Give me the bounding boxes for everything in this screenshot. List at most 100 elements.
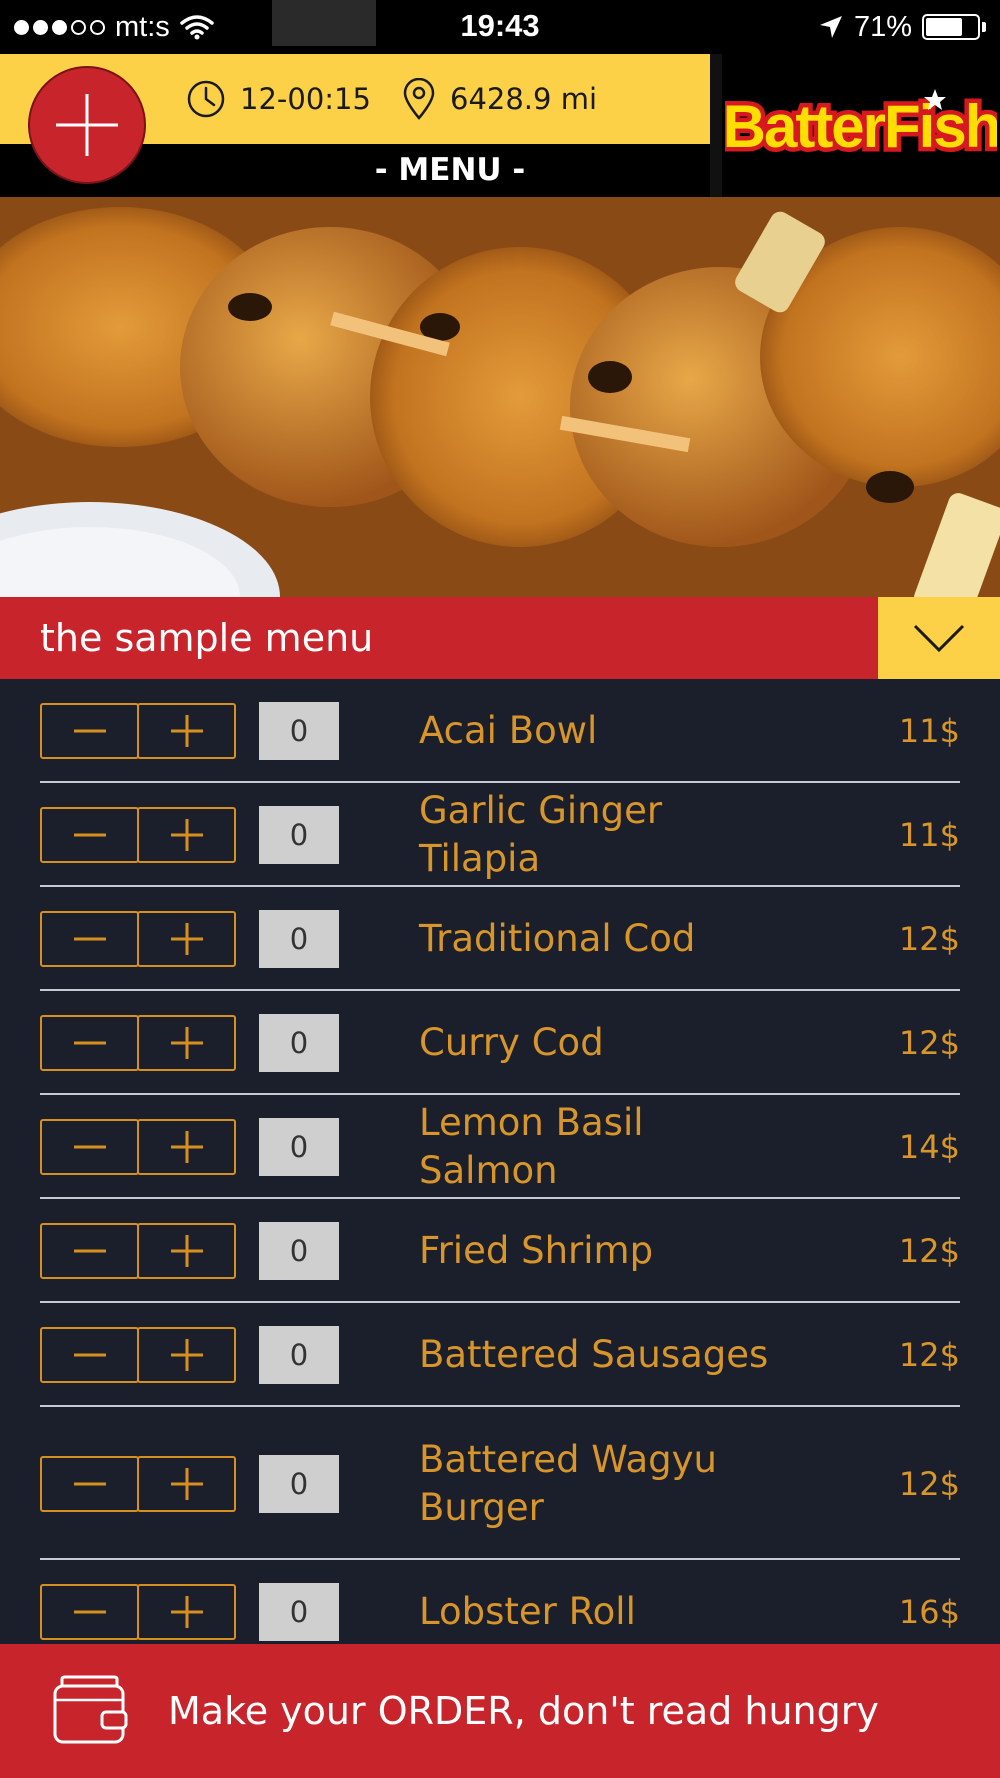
fried-fish-photo bbox=[0, 197, 1000, 597]
quantity-stepper bbox=[40, 1327, 236, 1383]
quantity-field[interactable]: 0 bbox=[259, 1326, 339, 1384]
decrement-button[interactable] bbox=[40, 703, 139, 759]
plus-icon bbox=[170, 715, 203, 747]
increment-button[interactable] bbox=[137, 1015, 236, 1071]
menu-item-name: Lemon Basil Salmon bbox=[419, 1101, 644, 1192]
plus-icon bbox=[170, 1235, 203, 1267]
quantity-stepper bbox=[40, 1119, 236, 1175]
quantity-stepper bbox=[40, 1455, 236, 1512]
minus-icon bbox=[73, 1353, 106, 1357]
plus-icon bbox=[170, 1027, 203, 1059]
logo-text: BatterFish bbox=[725, 93, 997, 160]
signal-strength-icon bbox=[14, 19, 105, 35]
menu-item-price: 14$ bbox=[898, 1128, 960, 1166]
decrement-button[interactable] bbox=[40, 1327, 139, 1383]
quantity-field[interactable]: 0 bbox=[259, 1118, 339, 1176]
increment-button[interactable] bbox=[137, 1327, 236, 1383]
battery-percent: 71% bbox=[853, 10, 912, 43]
app-header: 12-00:15 6428.9 mi - MENU - BatterFish bbox=[0, 54, 1000, 197]
quantity-field[interactable]: 0 bbox=[259, 1454, 339, 1513]
decrement-button[interactable] bbox=[40, 807, 139, 863]
increment-button[interactable] bbox=[137, 1455, 236, 1512]
decrement-button[interactable] bbox=[40, 1584, 139, 1640]
quantity-stepper bbox=[40, 1015, 236, 1071]
increment-button[interactable] bbox=[137, 1119, 236, 1175]
quantity-field[interactable]: 0 bbox=[259, 1014, 339, 1072]
status-bar: mt:s 19:43 71% bbox=[0, 0, 1000, 54]
menu-item-price: 11$ bbox=[898, 712, 960, 750]
menu-item-price: 12$ bbox=[898, 1024, 960, 1062]
increment-button[interactable] bbox=[137, 703, 236, 759]
increment-button[interactable] bbox=[137, 807, 236, 863]
increment-button[interactable] bbox=[137, 1223, 236, 1279]
wifi-icon bbox=[180, 15, 214, 40]
menu-item-name: Battered Wagyu Burger bbox=[419, 1437, 717, 1529]
quantity-stepper bbox=[40, 911, 236, 967]
quantity-field[interactable]: 0 bbox=[259, 806, 339, 864]
wallet-icon bbox=[53, 1675, 128, 1744]
time-value: 12-00:15 bbox=[240, 82, 371, 116]
plus-icon bbox=[170, 1596, 203, 1628]
status-right: 71% bbox=[818, 8, 986, 46]
quantity-stepper bbox=[40, 1223, 236, 1279]
distance-value: 6428.9 mi bbox=[450, 82, 597, 116]
section-title: the sample menu bbox=[40, 616, 374, 660]
quantity-field[interactable]: 0 bbox=[259, 1222, 339, 1280]
add-button[interactable] bbox=[28, 66, 146, 184]
quantity-stepper bbox=[40, 703, 236, 759]
quantity-field[interactable]: 0 bbox=[259, 910, 339, 968]
status-left: mt:s bbox=[14, 8, 214, 46]
decrement-button[interactable] bbox=[40, 1455, 139, 1512]
quantity-stepper bbox=[40, 807, 236, 863]
menu-section-header[interactable]: the sample menu bbox=[0, 597, 1000, 679]
plus-icon bbox=[170, 1339, 203, 1371]
chevron-down-icon bbox=[913, 624, 965, 653]
menu-item-name: Garlic Ginger Tilapia bbox=[419, 789, 663, 880]
collapse-button[interactable] bbox=[878, 597, 1000, 679]
menu-item-row: 0 Fried Shrimp 12$ bbox=[0, 1199, 1000, 1303]
plus-icon bbox=[56, 94, 118, 156]
menu-item-row: 0 Traditional Cod 12$ bbox=[0, 887, 1000, 991]
plus-icon bbox=[170, 923, 203, 955]
decrement-button[interactable] bbox=[40, 911, 139, 967]
menu-item-price: 12$ bbox=[898, 1336, 960, 1374]
minus-icon bbox=[73, 1041, 106, 1045]
minus-icon bbox=[73, 937, 106, 941]
distance-info: 6428.9 mi bbox=[402, 54, 597, 144]
carrier-name: mt:s bbox=[115, 10, 170, 43]
menu-item-row: 0 Lemon Basil Salmon 14$ bbox=[0, 1095, 1000, 1199]
menu-item-price: 16$ bbox=[898, 1593, 960, 1631]
battery-fill bbox=[926, 18, 962, 36]
location-pin-icon bbox=[403, 78, 435, 120]
increment-button[interactable] bbox=[137, 1584, 236, 1640]
order-button[interactable]: Make your ORDER, don't read hungry bbox=[0, 1644, 1000, 1778]
quantity-field[interactable]: 0 bbox=[259, 1583, 339, 1641]
menu-item-name: Acai Bowl bbox=[419, 709, 598, 752]
decrement-button[interactable] bbox=[40, 1223, 139, 1279]
decrement-button[interactable] bbox=[40, 1015, 139, 1071]
batterfish-logo: BatterFish bbox=[725, 88, 997, 164]
menu-item-price: 12$ bbox=[898, 920, 960, 958]
menu-item-row: 0 Garlic Ginger Tilapia 11$ bbox=[0, 783, 1000, 887]
increment-button[interactable] bbox=[137, 911, 236, 967]
minus-icon bbox=[73, 729, 106, 733]
menu-item-name: Lobster Roll bbox=[419, 1590, 636, 1633]
menu-item-price: 11$ bbox=[898, 816, 960, 854]
menu-item-price: 12$ bbox=[898, 1464, 960, 1503]
menu-item-name: Fried Shrimp bbox=[419, 1229, 654, 1272]
menu-item-name: Traditional Cod bbox=[419, 917, 696, 960]
plus-icon bbox=[170, 1131, 203, 1163]
brand-logo: BatterFish bbox=[722, 62, 1000, 197]
minus-icon bbox=[73, 1249, 106, 1253]
quantity-field[interactable]: 0 bbox=[259, 702, 339, 760]
time-info: 12-00:15 bbox=[186, 54, 371, 144]
decrement-button[interactable] bbox=[40, 1119, 139, 1175]
menu-item-row: 0 Acai Bowl 11$ bbox=[0, 679, 1000, 783]
clock-icon bbox=[187, 80, 225, 118]
minus-icon bbox=[73, 1145, 106, 1149]
menu-item-row: 0 Battered Sausages 12$ bbox=[0, 1303, 1000, 1407]
minus-icon bbox=[73, 1610, 106, 1614]
plus-icon bbox=[170, 819, 203, 851]
status-notch bbox=[272, 0, 376, 46]
header-divider bbox=[710, 54, 722, 197]
